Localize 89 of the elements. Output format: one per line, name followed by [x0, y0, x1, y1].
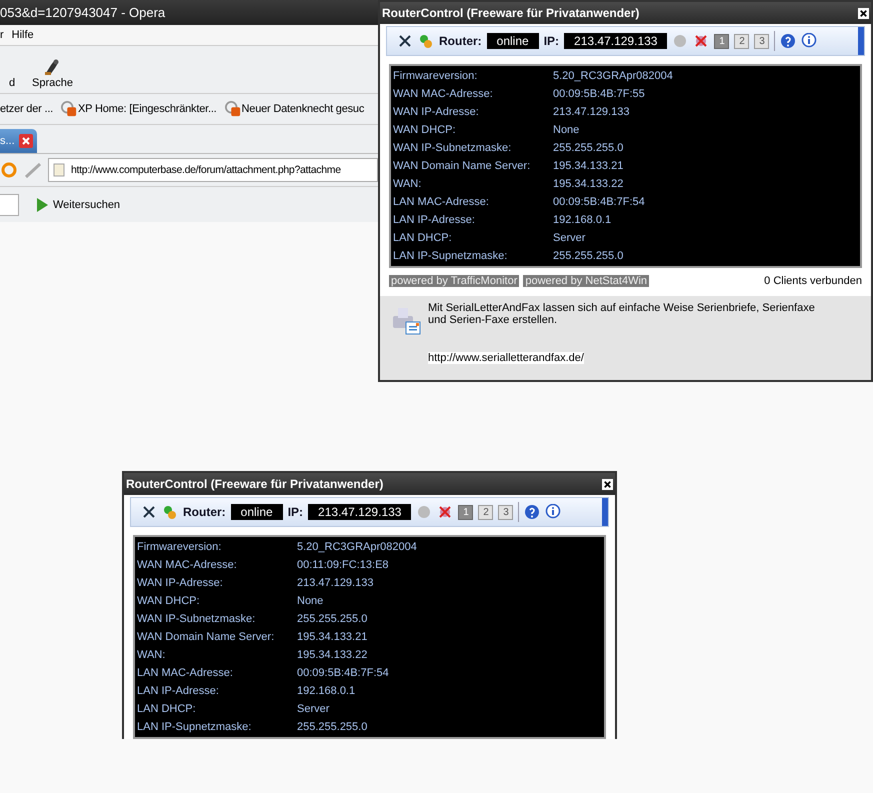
info-value: 195.34.133.22: [553, 178, 624, 190]
site-icon: [224, 101, 241, 117]
info-value: 255.255.255.0: [553, 142, 624, 154]
info-label: LAN IP-Adresse:: [393, 214, 476, 226]
info-label: WAN:: [393, 178, 422, 190]
info-value: 255.255.255.0: [553, 250, 624, 262]
info-value: Server: [553, 232, 586, 244]
powered-by-link[interactable]: powered by NetStat4Win: [523, 275, 650, 287]
info-value: 00:09:5B:4B:7F:54: [297, 667, 389, 679]
window-title: 053&d=1207943047 - Opera: [0, 0, 378, 25]
info-label: WAN Domain Name Server:: [393, 160, 532, 172]
menu-item[interactable]: r: [0, 29, 4, 41]
info-icon[interactable]: [545, 504, 562, 520]
browser-tab[interactable]: s...: [0, 129, 37, 153]
info-value: 195.34.133.22: [297, 649, 368, 661]
info-label: WAN MAC-Adresse:: [393, 88, 494, 100]
info-label: LAN IP-Adresse:: [137, 685, 220, 697]
close-icon[interactable]: [141, 504, 157, 520]
page-icon: [53, 163, 65, 177]
info-label: WAN IP-Adresse:: [393, 106, 480, 118]
close-icon[interactable]: [602, 478, 613, 490]
find-field[interactable]: [0, 194, 19, 216]
info-label: LAN DHCP:: [393, 232, 453, 244]
info-value: 5.20_RC3GRApr082004: [553, 70, 673, 82]
close-icon[interactable]: [397, 33, 413, 49]
info-label: WAN DHCP:: [137, 595, 201, 607]
info-value: 00:09:5B:4B:7F:55: [553, 88, 645, 100]
info-label: WAN Domain Name Server:: [137, 631, 276, 643]
site-icon: [61, 101, 78, 117]
info-label: Firmwareversion:: [393, 70, 478, 82]
info-value: 255.255.255.0: [297, 613, 368, 625]
toolbar-button[interactable]: Sprache: [30, 57, 75, 89]
close-icon[interactable]: [858, 8, 869, 18]
info-value: None: [553, 124, 580, 136]
ip-field: 213.47.129.133: [308, 504, 412, 520]
address-field[interactable]: http://www.computerbase.de/forum/attachment.php?attachme: [48, 158, 378, 182]
toolbar-handle: [858, 27, 864, 55]
info-value: 192.168.0.1: [553, 214, 612, 226]
info-label: WAN:: [137, 649, 166, 661]
bookmark-link[interactable]: XP Home: [Eingeschränkter...: [61, 101, 217, 117]
gear-icon[interactable]: [162, 504, 178, 520]
info-icon[interactable]: [801, 33, 818, 49]
toolbar-button[interactable]: d: [0, 57, 24, 89]
info-label: WAN IP-Subnetzmaske:: [137, 613, 256, 625]
info-value: 213.47.129.133: [553, 106, 630, 118]
find-next-button[interactable]: Weitersuchen: [29, 196, 126, 214]
info-label: LAN MAC-Adresse:: [393, 196, 490, 208]
router-label: Router:: [183, 505, 226, 519]
info-label: LAN IP-Supnetzmaske:: [137, 721, 252, 733]
info-label: LAN DHCP:: [137, 703, 197, 715]
disconnect-icon[interactable]: [437, 504, 454, 520]
bookmark-link[interactable]: etzer der ...: [0, 103, 54, 115]
info-label: WAN IP-Adresse:: [137, 577, 224, 589]
info-value: 00:09:5B:4B:7F:54: [553, 196, 645, 208]
info-label: WAN DHCP:: [393, 124, 457, 136]
bookmark-link[interactable]: Neuer Datenknecht gesuc: [224, 101, 364, 117]
ad-link[interactable]: http://www.serialletterandfax.de/: [428, 352, 584, 364]
status-field: online: [230, 504, 283, 520]
info-label: LAN IP-Supnetzmaske:: [393, 250, 508, 262]
info-value: None: [297, 595, 324, 607]
clients-count: 0 Clients verbunden: [764, 275, 862, 287]
status-field: online: [486, 33, 539, 49]
info-value: 5.20_RC3GRApr082004: [297, 541, 417, 553]
info-label: Firmwareversion:: [137, 541, 222, 553]
info-value: 00:11:09:FC:13:E8: [297, 559, 389, 571]
gear-icon[interactable]: [418, 33, 434, 49]
info-value: 195.34.133.21: [553, 160, 624, 172]
info-value: 213.47.129.133: [297, 577, 374, 589]
info-label: WAN MAC-Adresse:: [137, 559, 238, 571]
play-icon: [35, 196, 49, 212]
window-title: RouterControl (Freeware für Privatanwender): [126, 477, 384, 491]
ip-label: IP:: [288, 505, 304, 519]
info-label: LAN MAC-Adresse:: [137, 667, 234, 679]
disconnect-icon[interactable]: [693, 33, 710, 49]
toolbar-handle: [602, 498, 608, 526]
window-title: RouterControl (Freeware für Privatanwender): [382, 6, 640, 20]
info-label: WAN IP-Subnetzmaske:: [393, 142, 512, 154]
ad-text: Mit SerialLetterAndFax lassen sich auf einfache Weise Serienbriefe, Serienfaxe und Serien-Faxe erstellen.: [428, 302, 816, 326]
help-icon[interactable]: [524, 504, 540, 520]
router-label: Router:: [439, 34, 482, 48]
info-value: 192.168.0.1: [297, 685, 356, 697]
help-icon[interactable]: [780, 33, 796, 49]
ip-field: 213.47.129.133: [564, 33, 668, 49]
info-value: Server: [297, 703, 330, 715]
powered-by-link[interactable]: powered by TrafficMonitor: [389, 275, 520, 287]
ip-label: IP:: [544, 34, 560, 48]
info-value: 255.255.255.0: [297, 721, 368, 733]
info-value: 195.34.133.21: [297, 631, 368, 643]
menu-item[interactable]: Hilfe: [12, 29, 34, 41]
